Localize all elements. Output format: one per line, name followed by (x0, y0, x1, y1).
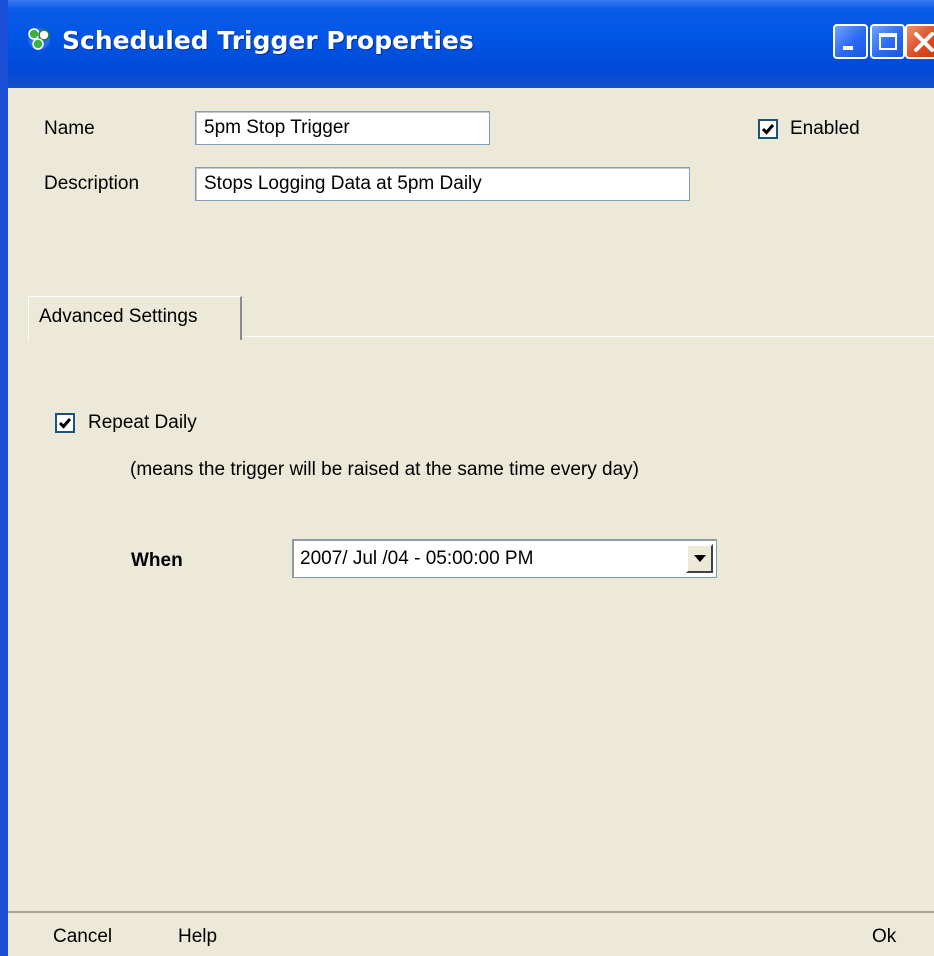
repeat-daily-label: Repeat Daily (88, 412, 197, 433)
when-label: When (131, 550, 183, 571)
cancel-button[interactable]: Cancel (53, 926, 112, 948)
enabled-label: Enabled (790, 118, 860, 139)
window-title: Scheduled Trigger Properties (62, 26, 474, 55)
minimize-button[interactable] (833, 24, 868, 59)
description-label: Description (44, 173, 140, 194)
app-icon (28, 28, 50, 50)
close-icon (914, 32, 934, 52)
tab-divider (241, 336, 934, 337)
description-input[interactable]: Stops Logging Data at 5pm Daily (195, 167, 690, 201)
help-button[interactable]: Help (178, 926, 217, 948)
bottom-bar: Cancel Help Ok (8, 911, 934, 956)
repeat-daily-checkbox[interactable] (55, 413, 75, 433)
maximize-button[interactable] (870, 24, 905, 59)
maximize-icon (879, 33, 897, 50)
when-datetime-select[interactable]: 2007/ Jul /04 - 05:00:00 PM (292, 539, 717, 578)
repeat-hint-text: (means the trigger will be raised at the… (130, 459, 639, 480)
minimize-icon (843, 46, 853, 50)
chevron-down-icon (694, 555, 706, 562)
dropdown-arrow-button[interactable] (686, 544, 713, 573)
when-value: 2007/ Jul /04 - 05:00:00 PM (300, 548, 534, 569)
title-bar[interactable]: Scheduled Trigger Properties (8, 0, 934, 88)
ok-button[interactable]: Ok (872, 926, 896, 948)
close-button[interactable] (905, 24, 934, 59)
checkmark-icon (761, 124, 775, 135)
checkmark-icon (58, 418, 72, 429)
name-label: Name (44, 118, 95, 139)
enabled-checkbox[interactable] (758, 119, 778, 139)
tab-advanced-settings[interactable]: Advanced Settings (28, 296, 242, 340)
name-input[interactable]: 5pm Stop Trigger (195, 111, 490, 145)
dialog-window: Scheduled Trigger Properties Name 5pm St… (0, 0, 934, 956)
